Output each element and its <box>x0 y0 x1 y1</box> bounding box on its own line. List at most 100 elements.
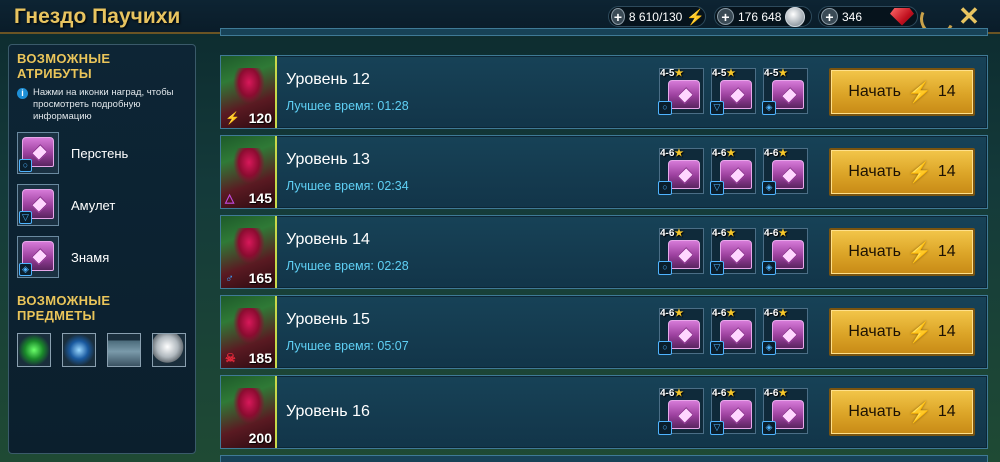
hint-text: Нажми на иконки наград, чтобы просмотрет… <box>33 87 174 122</box>
boss-portrait: ♂ 165 <box>221 216 277 288</box>
add-silver-button[interactable]: + <box>717 8 734 25</box>
attribute-label: Знамя <box>71 249 110 265</box>
energy-icon: ⚡ <box>906 401 932 424</box>
drops-list: 4-5★ ○ 4-5★ ▽ 4-5★ ◈ <box>658 68 808 115</box>
boss-power: 200 <box>248 430 272 446</box>
energy-cost: 14 <box>937 163 956 180</box>
start-button[interactable]: Начать ⚡ 14 <box>829 308 975 356</box>
ring-drop-icon[interactable]: 4-6★ ○ <box>658 228 704 275</box>
boss-portrait: 200 <box>221 376 277 448</box>
ring-drop-icon[interactable]: 4-5★ ○ <box>658 68 704 115</box>
boss-power: 185 <box>248 350 272 366</box>
start-label: Начать <box>848 243 901 260</box>
energy-cost: 14 <box>937 243 956 260</box>
attribute-banner[interactable]: ◈ Знамя <box>17 235 187 279</box>
energy-cost: 14 <box>937 83 956 100</box>
amulet-drop-icon[interactable]: 4-6★ ▽ <box>710 148 756 195</box>
banner-drop-icon[interactable]: 4-6★ ◈ <box>762 148 808 195</box>
best-time: Лучшее время: 01:28 <box>286 99 409 113</box>
next-level-stub <box>220 455 988 462</box>
ring-drop-icon[interactable]: 4-6★ ○ <box>658 308 704 355</box>
boss-portrait: △ 145 <box>221 136 277 208</box>
level-row[interactable]: ⚡ 120 Уровень 12 Лучшее время: 01:28 4-5… <box>220 55 988 129</box>
boss-power: 165 <box>248 270 272 286</box>
energy-icon: ⚡ <box>906 241 932 264</box>
start-button[interactable]: Начать ⚡ 14 <box>829 228 975 276</box>
amulet-drop-icon[interactable]: 4-6★ ▽ <box>710 388 756 435</box>
boss-power: 120 <box>248 110 272 126</box>
energy-cost: 14 <box>937 323 956 340</box>
gems-value: 346 <box>842 9 863 24</box>
silver-coin-icon <box>785 6 806 27</box>
green-potion-icon[interactable] <box>17 333 51 367</box>
start-label: Начать <box>848 163 901 180</box>
drops-list: 4-6★ ○ 4-6★ ▽ 4-6★ ◈ <box>658 148 808 195</box>
boss-power: 145 <box>248 190 272 206</box>
boss-portrait: ☠ 185 <box>221 296 277 368</box>
silver-value: 176 648 <box>738 9 782 24</box>
best-time: Лучшее время: 02:34 <box>286 179 409 193</box>
start-label: Начать <box>848 403 901 420</box>
start-button[interactable]: Начать ⚡ 14 <box>829 68 975 116</box>
drops-list: 4-6★ ○ 4-6★ ▽ 4-6★ ◈ <box>658 228 808 275</box>
affinity-icon: ☠ <box>225 351 236 365</box>
items-list <box>17 333 187 367</box>
banner-drop-icon[interactable]: 4-6★ ◈ <box>762 388 808 435</box>
level-name: Уровень 14 <box>286 231 370 248</box>
level-row[interactable]: ♂ 165 Уровень 14 Лучшее время: 02:28 4-6… <box>220 215 988 289</box>
amulet-drop-icon[interactable]: 4-6★ ▽ <box>710 228 756 275</box>
banner-drop-icon[interactable]: 4-6★ ◈ <box>762 228 808 275</box>
level-row[interactable]: 200 Уровень 16 4-6★ ○ 4-6★ ▽ 4-6★ ◈ Начать … <box>220 375 988 449</box>
banner-chest-icon[interactable]: ◈ <box>17 236 59 278</box>
banner-drop-icon[interactable]: 4-5★ ◈ <box>762 68 808 115</box>
start-button[interactable]: Начать ⚡ 14 <box>829 388 975 436</box>
add-energy-button[interactable]: + <box>611 8 625 25</box>
rewards-panel: ВОЗМОЖНЫЕ АТРИБУТЫ i Нажми на иконки наг… <box>8 44 196 454</box>
previous-level-stub <box>220 28 988 36</box>
start-button[interactable]: Начать ⚡ 14 <box>829 148 975 196</box>
banner-drop-icon[interactable]: 4-6★ ◈ <box>762 308 808 355</box>
amulet-chest-icon[interactable]: ▽ <box>17 184 59 226</box>
info-icon: i <box>17 88 28 99</box>
amulet-drop-icon[interactable]: 4-6★ ▽ <box>710 308 756 355</box>
close-button[interactable]: ✕ <box>956 2 982 30</box>
level-row[interactable]: ☠ 185 Уровень 15 Лучшее время: 05:07 4-6… <box>220 295 988 369</box>
level-name: Уровень 12 <box>286 71 370 88</box>
level-row[interactable]: △ 145 Уровень 13 Лучшее время: 02:34 4-6… <box>220 135 988 209</box>
silver-coin-icon[interactable] <box>152 333 186 367</box>
ring-drop-icon[interactable]: 4-6★ ○ <box>658 388 704 435</box>
gems-counter[interactable]: + 346 <box>818 6 918 27</box>
attribute-ring[interactable]: ○ Перстень <box>17 131 187 175</box>
attribute-label: Амулет <box>71 197 116 213</box>
hint: i Нажми на иконки наград, чтобы просмотр… <box>17 87 187 123</box>
level-name: Уровень 13 <box>286 151 370 168</box>
blue-potion-icon[interactable] <box>62 333 96 367</box>
energy-cost: 14 <box>937 403 956 420</box>
start-label: Начать <box>848 323 901 340</box>
boss-portrait: ⚡ 120 <box>221 56 277 128</box>
ring-drop-icon[interactable]: 4-6★ ○ <box>658 148 704 195</box>
silver-counter[interactable]: + 176 648 <box>714 6 812 27</box>
best-time: Лучшее время: 02:28 <box>286 259 409 273</box>
energy-icon: ⚡ <box>906 81 932 104</box>
attribute-label: Перстень <box>71 145 129 161</box>
items-title: ВОЗМОЖНЫЕ ПРЕДМЕТЫ <box>17 293 111 323</box>
drops-list: 4-6★ ○ 4-6★ ▽ 4-6★ ◈ <box>658 308 808 355</box>
ring-chest-icon[interactable]: ○ <box>17 132 59 174</box>
energy-icon: ⚡ <box>686 8 705 26</box>
gem-icon <box>890 7 914 26</box>
chest-icon[interactable] <box>107 333 141 367</box>
energy-counter[interactable]: + 8 610/130 ⚡ <box>608 6 706 27</box>
attribute-amulet[interactable]: ▽ Амулет <box>17 183 187 227</box>
attributes-title: ВОЗМОЖНЫЕ АТРИБУТЫ <box>17 51 111 81</box>
start-label: Начать <box>848 83 901 100</box>
affinity-icon: △ <box>225 191 235 205</box>
drops-list: 4-6★ ○ 4-6★ ▽ 4-6★ ◈ <box>658 388 808 435</box>
affinity-icon: ⚡ <box>225 111 240 125</box>
level-name: Уровень 16 <box>286 403 370 420</box>
energy-icon: ⚡ <box>906 321 932 344</box>
amulet-drop-icon[interactable]: 4-5★ ▽ <box>710 68 756 115</box>
add-gems-button[interactable]: + <box>821 8 838 25</box>
energy-value: 8 610/130 <box>628 9 683 24</box>
energy-icon: ⚡ <box>906 161 932 184</box>
